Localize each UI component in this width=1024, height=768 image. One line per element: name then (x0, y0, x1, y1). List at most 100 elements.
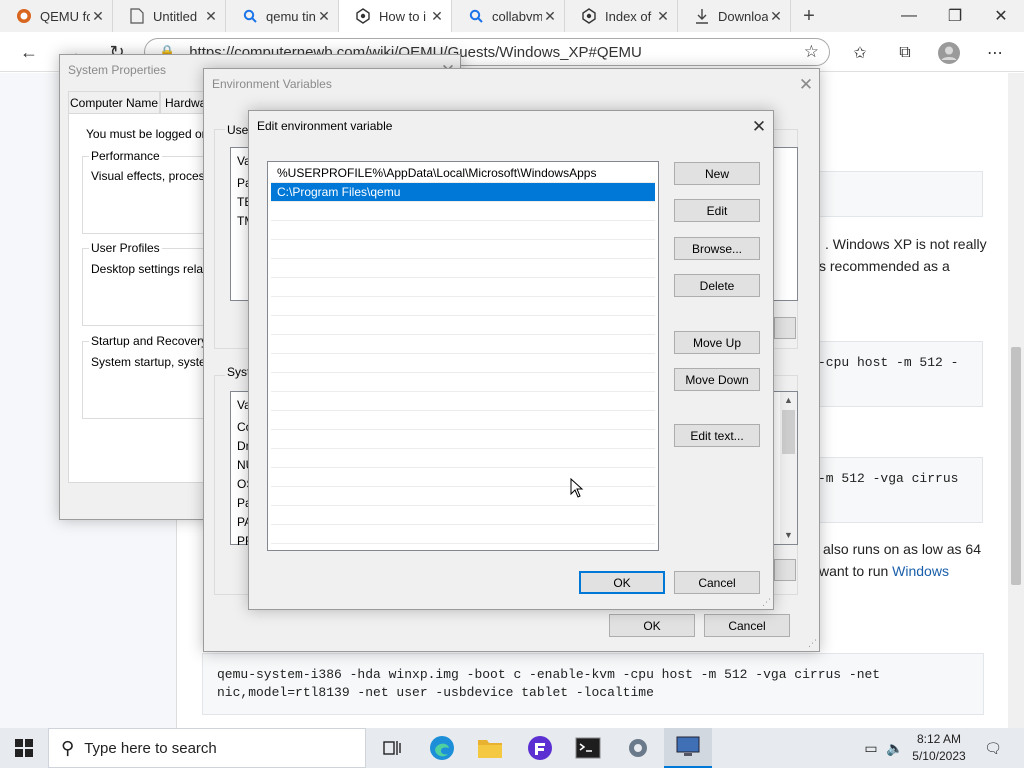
notification-area-icon[interactable]: ▭ (858, 728, 884, 768)
clock-date: 5/10/2023 (912, 749, 966, 763)
terminal-icon (575, 737, 601, 759)
list-item-selected[interactable]: C:\Program Files\qemu (271, 183, 655, 202)
close-tab-icon[interactable]: ✕ (768, 8, 784, 25)
browser-tab-3[interactable]: qemu tin ✕ (226, 0, 339, 32)
system-properties-taskbar-button[interactable] (664, 728, 712, 768)
delete-button[interactable]: Delete (674, 274, 760, 297)
empty-row[interactable] (271, 354, 655, 373)
list-item[interactable]: %USERPROFILE%\AppData\Local\Microsoft\Wi… (271, 164, 655, 183)
taskbar-clock[interactable]: 8:12 AM 5/10/2023 (906, 731, 972, 765)
empty-row[interactable] (271, 392, 655, 411)
browser-tab-2[interactable]: Untitled ✕ (113, 0, 226, 32)
action-center-icon[interactable]: 🗨 (980, 728, 1006, 768)
mouse-cursor-icon (570, 478, 584, 498)
empty-row[interactable] (271, 449, 655, 468)
wiki-icon (355, 8, 371, 24)
scrollbar-thumb[interactable] (782, 410, 795, 454)
scroll-up-icon[interactable]: ▲ (780, 392, 797, 409)
edge-taskbar-button[interactable] (418, 728, 466, 768)
browser-tab-5[interactable]: collabvm ✕ (452, 0, 565, 32)
env-ok-button[interactable]: OK (609, 614, 695, 637)
page-icon (129, 8, 145, 24)
close-tab-icon[interactable]: ✕ (316, 8, 332, 25)
task-view-icon (383, 741, 401, 755)
new-button[interactable]: New (674, 162, 760, 185)
empty-row[interactable] (271, 278, 655, 297)
empty-row[interactable] (271, 373, 655, 392)
empty-row[interactable] (271, 506, 655, 525)
move-down-button[interactable]: Move Down (674, 368, 760, 391)
close-tab-icon[interactable]: ✕ (90, 8, 106, 25)
env-cancel-button[interactable]: Cancel (704, 614, 790, 637)
edit-button[interactable]: Edit (674, 199, 760, 222)
start-button[interactable] (0, 728, 48, 768)
empty-row[interactable] (271, 240, 655, 259)
tab-title: Index of (605, 8, 652, 24)
empty-row[interactable] (271, 335, 655, 354)
browser-tab-6[interactable]: Index of ✕ (565, 0, 678, 32)
volume-icon[interactable]: 🔈 (884, 728, 906, 768)
browser-tab-7[interactable]: Downloa ✕ (678, 0, 791, 32)
empty-row[interactable] (271, 487, 655, 506)
ok-button[interactable]: OK (579, 571, 665, 594)
performance-text: Visual effects, processo (91, 169, 218, 183)
settings-taskbar-button[interactable] (614, 728, 662, 768)
dialog-title: Edit environment variable (257, 119, 393, 133)
file-explorer-taskbar-button[interactable] (466, 728, 514, 768)
terminal-taskbar-button[interactable] (564, 728, 612, 768)
windows-link[interactable]: Windows (892, 563, 949, 579)
resize-grip-icon[interactable]: ⋰ (762, 597, 771, 608)
close-window-icon[interactable]: ✕ (978, 0, 1024, 32)
edit-text-button[interactable]: Edit text... (674, 424, 760, 447)
tab-title: Downloa (718, 8, 768, 24)
article-text: s recommended as a (819, 258, 950, 274)
restore-window-icon[interactable]: ❐ (932, 0, 978, 32)
cancel-button[interactable]: Cancel (674, 571, 760, 594)
browse-button[interactable]: Browse... (674, 237, 760, 260)
computer-icon (676, 736, 700, 756)
close-icon[interactable]: ✕ (747, 115, 771, 139)
browser-tab-4[interactable]: How to i ✕ (339, 0, 452, 32)
browser-tab-1[interactable]: QEMU fo ✕ (0, 0, 113, 32)
task-view-button[interactable] (368, 728, 416, 768)
scrollbar-thumb[interactable] (1011, 347, 1021, 585)
system-delete-button[interactable] (774, 559, 796, 581)
search-icon (468, 8, 484, 24)
profile-avatar-icon[interactable] (938, 42, 960, 64)
user-delete-button[interactable] (774, 317, 796, 339)
code-block (803, 171, 983, 217)
empty-row[interactable] (271, 411, 655, 430)
close-tab-icon[interactable]: ✕ (542, 8, 558, 25)
back-arrow-icon[interactable]: ← (14, 38, 44, 66)
empty-row[interactable] (271, 316, 655, 335)
scroll-down-icon[interactable]: ▼ (780, 527, 797, 544)
more-menu-icon[interactable]: ⋯ (984, 42, 1006, 64)
new-tab-button[interactable]: + (791, 0, 827, 32)
empty-row[interactable] (271, 525, 655, 544)
tab-computer-name[interactable]: Computer Name (68, 91, 160, 113)
empty-row[interactable] (271, 202, 655, 221)
download-icon (694, 8, 710, 24)
edge-icon (430, 736, 454, 760)
empty-row[interactable] (271, 297, 655, 316)
close-tab-icon[interactable]: ✕ (655, 8, 671, 25)
collections-icon[interactable]: ⧉ (894, 42, 916, 64)
close-tab-icon[interactable]: ✕ (429, 8, 445, 25)
minimize-window-icon[interactable]: — (886, 0, 932, 32)
empty-row[interactable] (271, 259, 655, 278)
resize-grip-icon[interactable]: ⋰ (808, 638, 817, 649)
favorite-star-icon[interactable]: ☆ (804, 42, 819, 62)
empty-row[interactable] (271, 430, 655, 449)
path-entries-list[interactable]: %USERPROFILE%\AppData\Local\Microsoft\Wi… (267, 161, 659, 551)
favorites-icon[interactable]: ✩ (849, 42, 871, 64)
close-tab-icon[interactable]: ✕ (203, 8, 219, 25)
close-icon[interactable]: ✕ (794, 73, 818, 97)
move-up-button[interactable]: Move Up (674, 331, 760, 354)
taskbar-search-box[interactable]: ⚲ Type here to search (48, 728, 366, 768)
windows-logo-icon (15, 739, 33, 757)
empty-row[interactable] (271, 221, 655, 240)
app-taskbar-button[interactable] (516, 728, 564, 768)
list-scrollbar[interactable]: ▲ ▼ (780, 392, 797, 544)
empty-row[interactable] (271, 468, 655, 487)
page-scrollbar[interactable] (1008, 73, 1024, 728)
